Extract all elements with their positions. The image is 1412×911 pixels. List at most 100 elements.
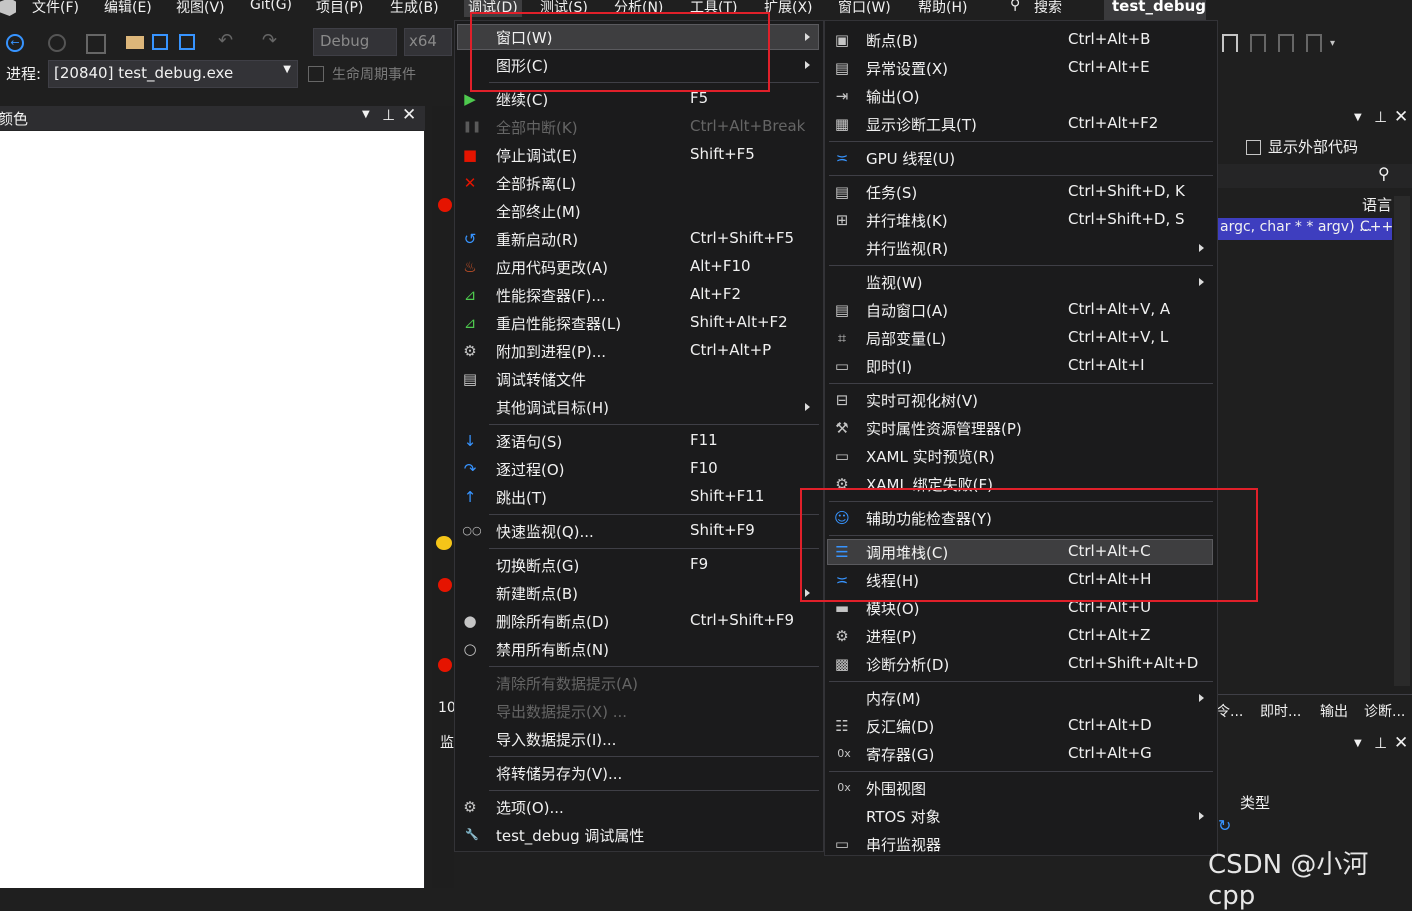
menu-item-label: 输出(O)	[866, 88, 920, 106]
process-dropdown[interactable]: [20840] test_debug.exe ▼	[48, 60, 298, 88]
debug-menu-item[interactable]: ○○ 快速监视(Q)... Shift+F9	[455, 517, 823, 545]
window-menu-item[interactable]: ⇥ 输出(O)	[825, 82, 1217, 110]
close-icon[interactable]: ✕	[402, 105, 416, 125]
menubar-item[interactable]: 视图(V)	[176, 0, 225, 17]
breakpoint-icon[interactable]	[438, 198, 452, 212]
pin-icon[interactable]: ⊥	[1374, 108, 1387, 126]
window-menu-item[interactable]: ☷ 反汇编(D) Ctrl+Alt+D	[825, 712, 1217, 740]
debug-menu-item[interactable]: ↓ 逐语句(S) F11	[455, 427, 823, 455]
show-external-code-label[interactable]: 显示外部代码	[1268, 136, 1358, 157]
new-project-icon[interactable]	[86, 34, 106, 54]
window-menu-item[interactable]: ▤ 异常设置(X) Ctrl+Alt+E	[825, 54, 1217, 82]
window-menu-item[interactable]: ▤ 任务(S) Ctrl+Shift+D, K	[825, 178, 1217, 206]
save-all-icon[interactable]	[179, 34, 195, 50]
window-menu-item[interactable]: ▤ 自动窗口(A) Ctrl+Alt+V, A	[825, 296, 1217, 324]
debug-menu-item[interactable]: ↺ 重新启动(R) Ctrl+Shift+F5	[455, 225, 823, 253]
menubar-item[interactable]: 项目(P)	[316, 0, 363, 17]
tab-item[interactable]: 诊断...	[1364, 701, 1405, 721]
tab-item[interactable]: 输出	[1320, 701, 1348, 721]
pin-icon[interactable]: ⊥	[382, 106, 395, 124]
window-menu-item[interactable]: ▣ 断点(B) Ctrl+Alt+B	[825, 26, 1217, 54]
window-menu-item[interactable]: 并行监视(R)	[825, 234, 1217, 262]
window-menu-item[interactable]: ⚙ 进程(P) Ctrl+Alt+Z	[825, 622, 1217, 650]
debug-menu-item[interactable]: ↷ 逐过程(O) F10	[455, 455, 823, 483]
call-stack-row[interactable]: argc, char * * argv) ... C++	[1216, 218, 1394, 240]
debug-menu-item[interactable]: ▤ 调试转储文件	[455, 365, 823, 393]
window-menu-item[interactable]: 0x 寄存器(G) Ctrl+Alt+G	[825, 740, 1217, 768]
debug-menu-item[interactable]: ⊿ 重启性能探查器(L) Shift+Alt+F2	[455, 309, 823, 337]
bookmark-clear-icon[interactable]	[1306, 34, 1322, 52]
debug-menu-item[interactable]: ⚙ 附加到进程(P)... Ctrl+Alt+P	[455, 337, 823, 365]
open-folder-icon[interactable]	[126, 36, 144, 49]
menubar-item[interactable]: 扩展(X)	[764, 0, 813, 17]
redo-icon[interactable]: ↷	[262, 30, 277, 51]
bookmark-next-icon[interactable]	[1278, 34, 1294, 52]
window-menu-item[interactable]: 0x 外围视图	[825, 774, 1217, 802]
window-menu-item[interactable]: ▭ XAML 实时预览(R)	[825, 442, 1217, 470]
forward-icon[interactable]	[48, 34, 66, 52]
platform-dropdown[interactable]: x64	[404, 28, 452, 56]
scrollbar[interactable]	[1394, 196, 1410, 686]
refresh-icon[interactable]: ↻	[1218, 816, 1231, 835]
breakpoint-icon[interactable]	[438, 658, 452, 672]
bookmark-icon[interactable]	[1222, 34, 1238, 52]
window-menu-item[interactable]: ▦ 显示诊断工具(T) Ctrl+Alt+F2	[825, 110, 1217, 138]
search-icon[interactable]: ⚲	[1378, 164, 1390, 183]
menubar-item[interactable]: 文件(F)	[32, 0, 79, 17]
debug-menu-item[interactable]: ■ 停止调试(E) Shift+F5	[455, 141, 823, 169]
window-menu-item[interactable]: ▭ 即时(I) Ctrl+Alt+I	[825, 352, 1217, 380]
menubar-item[interactable]: 搜索	[1034, 0, 1062, 17]
debug-menu-item[interactable]: ♨ 应用代码更改(A) Alt+F10	[455, 253, 823, 281]
bookmark-prev-icon[interactable]	[1250, 34, 1266, 52]
close-icon[interactable]: ✕	[1394, 107, 1408, 127]
debug-menu-item[interactable]: 🔧 test_debug 调试属性	[455, 821, 823, 849]
call-stack-lang: C++	[1360, 219, 1394, 235]
debug-menu-item[interactable]: 全部终止(M)	[455, 197, 823, 225]
debug-menu-item[interactable]: 将转储另存为(V)...	[455, 759, 823, 787]
debug-menu-item[interactable]: 切换断点(G) F9	[455, 551, 823, 579]
menubar-item[interactable]: Git(G)	[250, 0, 292, 13]
pin-icon[interactable]: ⊥	[1374, 734, 1387, 752]
menubar-item[interactable]: 生成(B)	[390, 0, 439, 17]
panel-dropdown-icon[interactable]: ▼	[362, 109, 370, 120]
debug-menu-item[interactable]: 导入数据提示(I)...	[455, 725, 823, 753]
back-icon[interactable]: ←	[6, 34, 24, 52]
window-menu-item[interactable]: ⊟ 实时可视化树(V)	[825, 386, 1217, 414]
save-icon[interactable]	[152, 34, 168, 50]
window-menu-item[interactable]: ⊞ 并行堆栈(K) Ctrl+Shift+D, S	[825, 206, 1217, 234]
menubar-item[interactable]: 编辑(E)	[104, 0, 152, 17]
panel-dropdown-icon[interactable]: ▼	[1354, 112, 1362, 123]
annotation-box-call-stack	[800, 488, 1258, 602]
debug-menu-item[interactable]: ✕ 全部拆离(L)	[455, 169, 823, 197]
breakpoint-icon[interactable]	[438, 578, 452, 592]
menu-item-shortcut: Shift+F9	[690, 521, 755, 539]
toolbar-overflow-icon[interactable]: ▾	[1330, 38, 1335, 49]
debug-menu-item[interactable]: ⚙ 选项(O)...	[455, 793, 823, 821]
lifecycle-events-label[interactable]: 生命周期事件	[332, 64, 416, 84]
window-menu-item[interactable]: ⚒ 实时属性资源管理器(P)	[825, 414, 1217, 442]
menu-separator	[829, 771, 1213, 772]
window-menu-item[interactable]: RTOS 对象	[825, 802, 1217, 830]
debug-menu-item[interactable]: ⊿ 性能探查器(F)... Alt+F2	[455, 281, 823, 309]
undo-icon[interactable]: ↶	[218, 30, 233, 51]
close-icon[interactable]: ✕	[1394, 733, 1408, 753]
window-menu-item[interactable]: ▩ 诊断分析(D) Ctrl+Shift+Alt+D	[825, 650, 1217, 678]
debug-menu-item[interactable]: 其他调试目标(H)	[455, 393, 823, 421]
debug-menu-item[interactable]: ● 删除所有断点(D) Ctrl+Shift+F9	[455, 607, 823, 635]
menubar-item[interactable]: 窗口(W)	[838, 0, 891, 17]
debug-menu-item[interactable]: 新建断点(B)	[455, 579, 823, 607]
project-tab[interactable]: test_debug	[1104, 0, 1206, 22]
tab-item[interactable]: 令...	[1216, 701, 1243, 721]
panel-dropdown-icon[interactable]: ▼	[1354, 738, 1362, 749]
window-menu-item[interactable]: 监视(W)	[825, 268, 1217, 296]
window-menu-item[interactable]: 内存(M)	[825, 684, 1217, 712]
tab-item[interactable]: 即时...	[1260, 701, 1301, 721]
search-icon[interactable]: ⚲	[1010, 0, 1020, 13]
configuration-dropdown[interactable]: Debug	[313, 28, 397, 56]
window-menu-item[interactable]: ⌗ 局部变量(L) Ctrl+Alt+V, L	[825, 324, 1217, 352]
debug-menu-item[interactable]: ○ 禁用所有断点(N)	[455, 635, 823, 663]
menubar-item[interactable]: 帮助(H)	[918, 0, 967, 17]
window-menu-item[interactable]: ≍ GPU 线程(U)	[825, 144, 1217, 172]
debug-menu-item[interactable]: ↑ 跳出(T) Shift+F11	[455, 483, 823, 511]
window-menu-item[interactable]: ▭ 串行监视器	[825, 830, 1217, 858]
